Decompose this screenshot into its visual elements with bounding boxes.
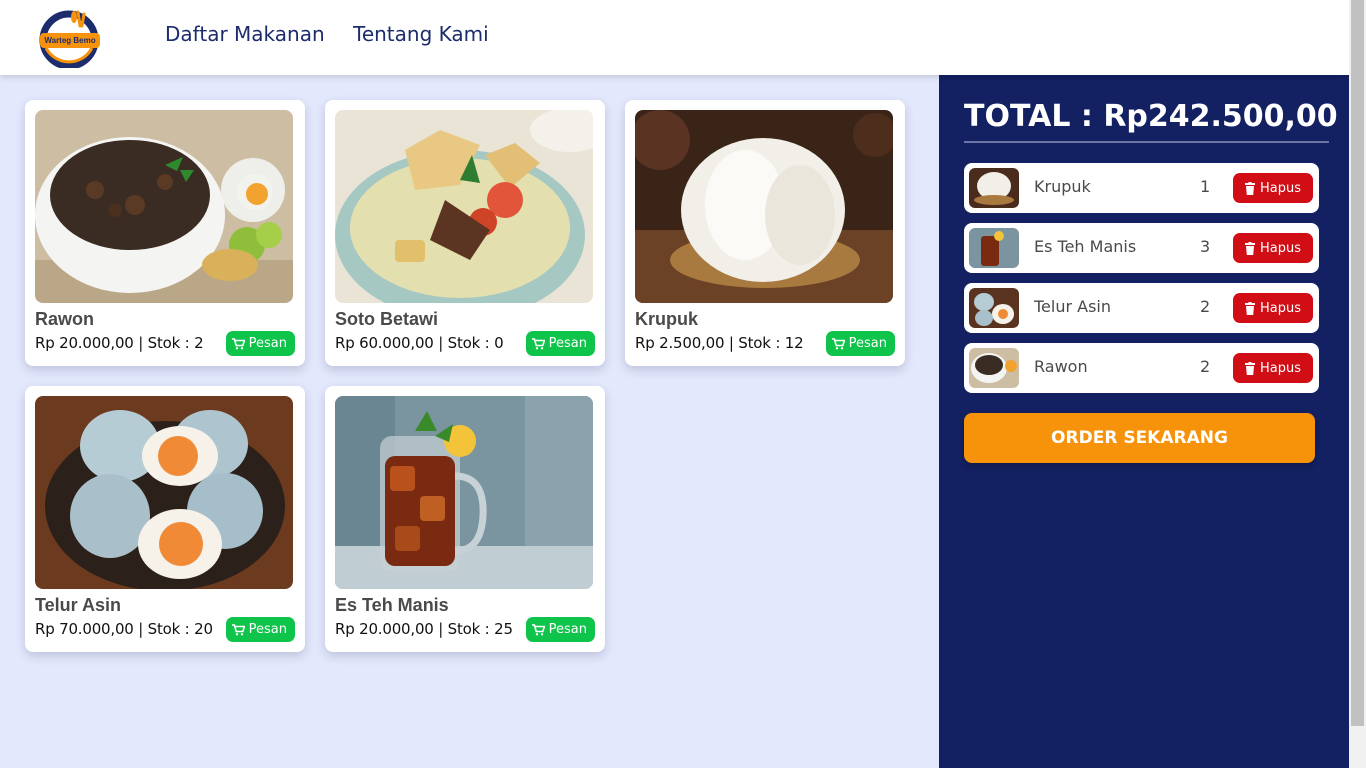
- pesan-label: Pesan: [548, 336, 587, 351]
- pesan-label: Pesan: [548, 622, 587, 637]
- cart-item-qty: 2: [1200, 297, 1211, 316]
- product-card-rawon: Rawon Rp 20.000,00 | Stok : 2 Pesan: [25, 100, 305, 366]
- divider: [964, 141, 1329, 143]
- order-sekarang-button[interactable]: ORDER SEKARANG: [964, 413, 1315, 463]
- cart-icon: [531, 623, 545, 635]
- trash-icon: [1244, 181, 1255, 195]
- rawon-thumbnail: [969, 348, 1019, 388]
- krupuk-photo: [635, 110, 893, 303]
- cart-item: Krupuk 1 Hapus: [964, 163, 1319, 213]
- soto-betawi-photo: [335, 110, 593, 303]
- scrollbar-thumb[interactable]: [1351, 0, 1364, 726]
- product-price-stock: Rp 20.000,00 | Stok : 25: [335, 620, 513, 638]
- cart-item-name: Krupuk: [1034, 177, 1091, 196]
- cart-item-qty: 3: [1200, 237, 1211, 256]
- pesan-button[interactable]: Pesan: [525, 617, 595, 642]
- pesan-button[interactable]: Pesan: [225, 331, 295, 356]
- telur-asin-thumbnail: [969, 288, 1019, 328]
- krupuk-thumbnail: [969, 168, 1019, 208]
- cart-item: Rawon 2 Hapus: [964, 343, 1319, 393]
- product-price-stock: Rp 70.000,00 | Stok : 20: [35, 620, 213, 638]
- pesan-label: Pesan: [848, 336, 887, 351]
- cart-icon: [531, 337, 545, 349]
- product-price-stock: Rp 2.500,00 | Stok : 12: [635, 334, 804, 352]
- hapus-label: Hapus: [1259, 300, 1301, 316]
- hapus-button[interactable]: Hapus: [1233, 293, 1313, 323]
- top-navbar: Warteg Bemo Daftar Makanan Tentang Kami: [0, 0, 1349, 75]
- pesan-button[interactable]: Pesan: [525, 331, 595, 356]
- cart-item: Es Teh Manis 3 Hapus: [964, 223, 1319, 273]
- cart-sidebar: TOTAL : Rp242.500,00 Krupuk 1 Hapus Es T…: [939, 75, 1349, 768]
- cart-icon: [231, 337, 245, 349]
- hapus-label: Hapus: [1259, 180, 1301, 196]
- hapus-button[interactable]: Hapus: [1233, 233, 1313, 263]
- cart-item-qty: 2: [1200, 357, 1211, 376]
- cart-item-name: Es Teh Manis: [1034, 237, 1137, 256]
- hapus-label: Hapus: [1259, 360, 1301, 376]
- pesan-button[interactable]: Pesan: [225, 617, 295, 642]
- product-card-krupuk: Krupuk Rp 2.500,00 | Stok : 12 Pesan: [625, 100, 905, 366]
- hapus-button[interactable]: Hapus: [1233, 353, 1313, 383]
- telur-asin-photo: [35, 396, 293, 589]
- trash-icon: [1244, 361, 1255, 375]
- cart-item-name: Rawon: [1034, 357, 1088, 376]
- hapus-label: Hapus: [1259, 240, 1301, 256]
- cart-icon: [231, 623, 245, 635]
- vertical-scrollbar[interactable]: [1349, 0, 1366, 768]
- cart-item-qty: 1: [1200, 177, 1211, 196]
- trash-icon: [1244, 241, 1255, 255]
- hapus-button[interactable]: Hapus: [1233, 173, 1313, 203]
- trash-icon: [1244, 301, 1255, 315]
- product-name: Telur Asin: [35, 595, 122, 615]
- product-name: Soto Betawi: [335, 309, 439, 329]
- pesan-label: Pesan: [248, 336, 287, 351]
- rawon-photo: [35, 110, 293, 303]
- product-price-stock: Rp 20.000,00 | Stok : 2: [35, 334, 204, 352]
- pesan-label: Pesan: [248, 622, 287, 637]
- product-name: Rawon: [35, 309, 95, 329]
- product-card-es-teh-manis: Es Teh Manis Rp 20.000,00 | Stok : 25 Pe…: [325, 386, 605, 652]
- product-card-soto-betawi: Soto Betawi Rp 60.000,00 | Stok : 0 Pesa…: [325, 100, 605, 366]
- cart-item-name: Telur Asin: [1034, 297, 1112, 316]
- product-name: Es Teh Manis: [335, 595, 449, 615]
- product-card-telur-asin: Telur Asin Rp 70.000,00 | Stok : 20 Pesa…: [25, 386, 305, 652]
- nav-tentang-kami[interactable]: Tentang Kami: [353, 22, 489, 46]
- product-price-stock: Rp 60.000,00 | Stok : 0: [335, 334, 504, 352]
- es-teh-manis-thumbnail: [969, 228, 1019, 268]
- cart-total: TOTAL : Rp242.500,00: [964, 99, 1338, 134]
- nav-daftar-makanan[interactable]: Daftar Makanan: [165, 22, 325, 46]
- logo-wordmark: Warteg Bemo: [44, 36, 96, 45]
- cart-icon: [831, 337, 845, 349]
- warteg-bemo-logo[interactable]: Warteg Bemo: [38, 8, 102, 70]
- product-name: Krupuk: [635, 309, 698, 329]
- cart-item: Telur Asin 2 Hapus: [964, 283, 1319, 333]
- es-teh-manis-photo: [335, 396, 593, 589]
- pesan-button[interactable]: Pesan: [825, 331, 895, 356]
